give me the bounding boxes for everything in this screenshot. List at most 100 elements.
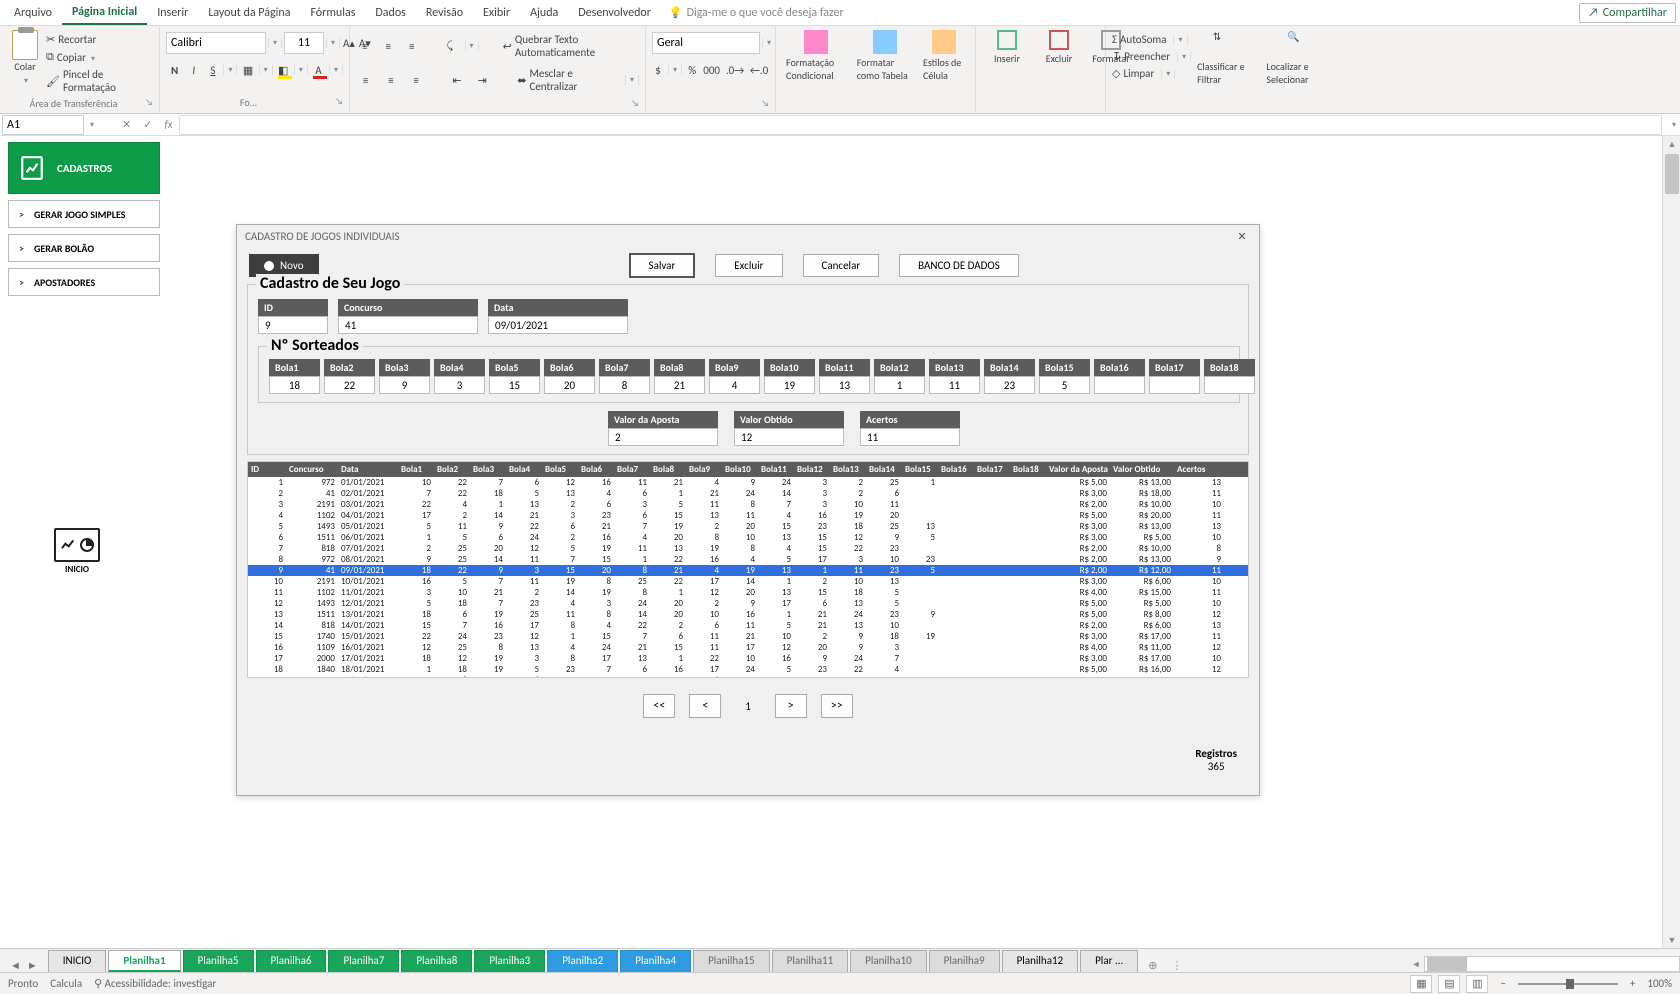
thousands-button[interactable]: 000 xyxy=(702,60,721,80)
align-right-button[interactable]: ≡ xyxy=(407,70,426,90)
menu-dados[interactable]: Dados xyxy=(365,2,415,24)
sort-filter-button[interactable]: ⇅Classificar e Filtrar xyxy=(1193,28,1260,88)
input-valor-aposta[interactable] xyxy=(608,428,718,446)
grid-header-cell[interactable]: Valor Obtido xyxy=(1110,462,1174,477)
pager-first[interactable]: << xyxy=(643,694,675,718)
tell-me-input[interactable]: Diga-me o que você deseja fazer xyxy=(687,6,844,20)
format-as-table-button[interactable]: Formatar como Tabela xyxy=(853,28,917,84)
table-row[interactable]: 897208/01/2021925141171512216451731023R$… xyxy=(248,554,1248,565)
table-row[interactable]: 19149419/01/2021228562121019164219715R$ … xyxy=(248,675,1248,677)
grid-header-cell[interactable]: Bola10 xyxy=(722,462,758,477)
fill-color-button[interactable]: ◧ xyxy=(275,60,292,80)
grid-header-cell[interactable]: Bola8 xyxy=(650,462,686,477)
zoom-value[interactable]: 100% xyxy=(1647,977,1672,990)
inicio-shortcut[interactable]: INICIO xyxy=(54,528,100,575)
grid-body[interactable]: 197201/01/202110227612161121492432251R$ … xyxy=(248,477,1248,677)
table-row[interactable]: 5149305/01/20215119226217192201523182513… xyxy=(248,521,1248,532)
menu-arquivo[interactable]: Arquivo xyxy=(4,2,62,24)
worksheet-area[interactable]: CADASTROS >GERAR JOGO SIMPLES >GERAR BOL… xyxy=(0,136,1680,948)
menu-revisao[interactable]: Revisão xyxy=(416,2,473,24)
menu-exibir[interactable]: Exibir xyxy=(473,2,520,24)
nav-gerar-bolao[interactable]: >GERAR BOLÃO xyxy=(8,234,160,262)
clipboard-launcher[interactable]: ↘ xyxy=(145,97,153,108)
table-row[interactable]: 12149312/01/202151872343242029176135R$ 5… xyxy=(248,598,1248,609)
scroll-up-icon[interactable]: ▲ xyxy=(1663,136,1680,152)
grid-header-cell[interactable]: Bola5 xyxy=(542,462,578,477)
align-bottom-button[interactable]: ≡ xyxy=(403,36,420,56)
sheet-tab[interactable]: Planilha15 xyxy=(693,950,770,972)
table-row[interactable]: 94109/01/2021182293152082141913111235R$ … xyxy=(248,565,1248,576)
grid-header-cell[interactable]: Bola3 xyxy=(470,462,506,477)
grid-header-cell[interactable]: Bola18 xyxy=(1010,462,1046,477)
sheet-tab[interactable]: INICIO xyxy=(48,950,107,972)
table-row[interactable]: 16110916/01/2021122581342421151117122093… xyxy=(248,642,1248,653)
view-normal-button[interactable]: ▦ xyxy=(1410,975,1432,993)
name-box[interactable] xyxy=(2,115,84,135)
table-row[interactable]: 4110204/01/2021172142132361513114161920R… xyxy=(248,510,1248,521)
name-box-dropdown[interactable]: ▾ xyxy=(86,120,98,130)
input-bola2[interactable] xyxy=(324,376,375,394)
format-painter-button[interactable]: 🖌Pincel de Formatação xyxy=(46,67,153,95)
salvar-button[interactable]: Salvar xyxy=(629,253,696,278)
share-button[interactable]: ↗Compartilhar xyxy=(1579,3,1676,23)
accessibility-status[interactable]: ⚲ Acessibilidade: investigar xyxy=(94,977,216,990)
input-data[interactable] xyxy=(488,316,628,334)
grid-header-cell[interactable]: Bola2 xyxy=(434,462,470,477)
input-bola6[interactable] xyxy=(544,376,595,394)
grid-header-cell[interactable]: Bola16 xyxy=(938,462,974,477)
input-bola4[interactable] xyxy=(434,376,485,394)
table-row[interactable]: 17200017/01/202118121938171312210169247R… xyxy=(248,653,1248,664)
grid-header-cell[interactable]: Bola9 xyxy=(686,462,722,477)
vertical-scrollbar[interactable]: ▲ ▼ xyxy=(1662,136,1680,948)
sheet-tab[interactable]: Planilha10 xyxy=(850,950,927,972)
input-bola10[interactable] xyxy=(764,376,815,394)
fx-icon[interactable]: fx xyxy=(158,118,178,131)
align-top-button[interactable]: ≡ xyxy=(356,36,373,56)
tab-nav-next[interactable]: ► xyxy=(27,959,38,972)
font-launcher[interactable]: ↘ xyxy=(335,96,343,107)
alignment-launcher[interactable]: ↘ xyxy=(631,98,639,109)
confirm-formula-icon[interactable]: ✓ xyxy=(137,118,158,131)
input-bola15[interactable] xyxy=(1039,376,1090,394)
cut-button[interactable]: ✂Recortar xyxy=(46,32,153,47)
decrease-decimals-button[interactable]: ←.0 xyxy=(749,60,769,80)
sheet-tab[interactable]: Planilha7 xyxy=(328,950,399,972)
nav-apostadores[interactable]: >APOSTADORES xyxy=(8,268,160,296)
decrease-indent-button[interactable]: ⇤ xyxy=(447,70,466,90)
scroll-down-icon[interactable]: ▼ xyxy=(1663,932,1680,948)
table-row[interactable]: 13151113/01/2021186192511814201016121242… xyxy=(248,609,1248,620)
grid-header-cell[interactable]: Bola13 xyxy=(830,462,866,477)
table-row[interactable]: 18184018/01/20211181952376161724523224R$… xyxy=(248,664,1248,675)
banco-dados-button[interactable]: BANCO DE DADOS xyxy=(899,254,1019,277)
grid-header-cell[interactable]: Concurso xyxy=(286,462,338,477)
menu-ajuda[interactable]: Ajuda xyxy=(520,2,568,24)
table-row[interactable]: 1481814/01/20211571617842226115211310R$ … xyxy=(248,620,1248,631)
copy-button[interactable]: ⧉Copiar xyxy=(46,49,153,65)
hscroll-thumb[interactable] xyxy=(1427,957,1467,971)
sheet-tab[interactable]: Planilha12 xyxy=(1002,950,1079,972)
table-row[interactable]: 3219103/01/20212241132635118731011R$ 2,0… xyxy=(248,499,1248,510)
input-id[interactable] xyxy=(258,316,328,334)
input-bola5[interactable] xyxy=(489,376,540,394)
menu-layout[interactable]: Layout da Página xyxy=(198,2,300,24)
bold-button[interactable]: N xyxy=(166,60,183,80)
sheet-tab[interactable]: Planilha2 xyxy=(547,950,618,972)
grid-header-cell[interactable]: Acertos xyxy=(1174,462,1224,477)
font-color-button[interactable]: A xyxy=(310,60,327,80)
sheet-tab[interactable]: Planilha4 xyxy=(620,950,691,972)
table-row[interactable]: 15174015/01/2021222423121157611211029181… xyxy=(248,631,1248,642)
number-launcher[interactable]: ↘ xyxy=(761,98,769,109)
increase-decimals-button[interactable]: .0→ xyxy=(725,60,745,80)
input-concurso[interactable] xyxy=(338,316,478,334)
add-sheet-button[interactable]: ⊕ xyxy=(1140,959,1165,972)
excluir-button[interactable]: Excluir xyxy=(715,254,782,277)
wrap-text-button[interactable]: ↩Quebrar Texto Automaticamente xyxy=(503,32,639,60)
align-left-button[interactable]: ≡ xyxy=(356,70,375,90)
tab-menu[interactable]: ⋮ xyxy=(1165,959,1188,972)
input-bola14[interactable] xyxy=(984,376,1035,394)
fill-button[interactable]: ↧Preencher▾ xyxy=(1112,49,1191,64)
table-row[interactable]: 781807/01/2021225201251911131984152223R$… xyxy=(248,543,1248,554)
table-row[interactable]: 24102/01/202172218513461212414326R$ 3,00… xyxy=(248,488,1248,499)
number-format-select[interactable] xyxy=(652,32,760,54)
grid-header-cell[interactable]: Bola4 xyxy=(506,462,542,477)
